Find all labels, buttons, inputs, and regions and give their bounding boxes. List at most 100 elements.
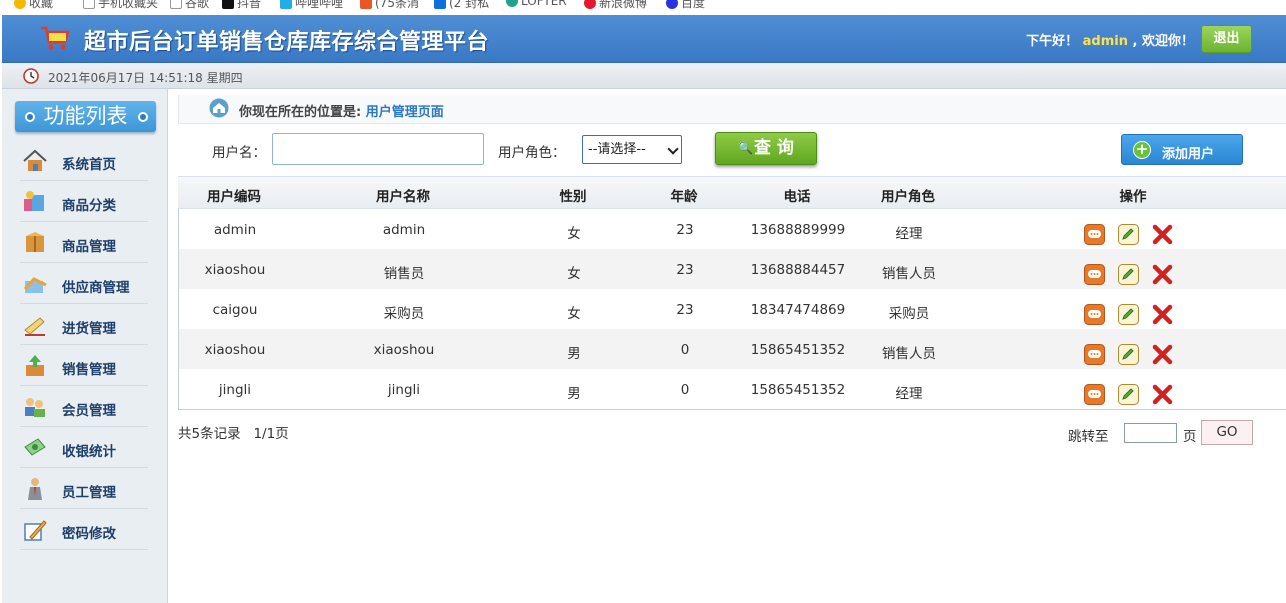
edit-icon[interactable]	[1118, 344, 1139, 365]
column-header: 性别	[559, 189, 587, 205]
edit-icon[interactable]	[1118, 384, 1139, 405]
sidebar-item-staff[interactable]: 员工管理	[20, 468, 148, 509]
folder-icon	[83, 0, 95, 9]
breadcrumb: 你现在所在的位置是: 用户管理页面	[178, 95, 1286, 124]
home-icon	[23, 149, 47, 171]
members-icon	[25, 398, 45, 417]
bookmark-item[interactable]: (2 封私	[434, 0, 489, 11]
bookmark-item[interactable]: 抖音	[222, 0, 261, 11]
table-cell: 0	[680, 342, 690, 358]
cashier-icon	[24, 438, 46, 456]
table-body: admin admin 女 23 13688889999 经理 xiaoshou 销售员女 23…	[178, 209, 1286, 410]
page-number-input[interactable]	[1124, 423, 1177, 443]
weibo-icon	[584, 0, 596, 9]
sidebar-item-products[interactable]: 商品管理	[20, 222, 148, 263]
table-cell: 13688889999	[750, 222, 846, 238]
sidebar-item-home[interactable]: 系统首页	[20, 140, 148, 181]
douyin-icon	[222, 0, 234, 9]
bilibili-icon	[280, 0, 292, 9]
role-select[interactable]: --请选择--	[582, 135, 682, 164]
bookmark-item[interactable]: 百度	[666, 0, 705, 11]
username-search-input[interactable]	[272, 133, 484, 165]
bookmark-item[interactable]: (75条消	[360, 0, 419, 11]
edit-icon[interactable]	[1118, 264, 1139, 285]
delete-icon[interactable]	[1152, 344, 1173, 365]
table-cell: 男	[567, 346, 581, 362]
delete-icon[interactable]	[1152, 224, 1173, 245]
delete-icon[interactable]	[1152, 264, 1173, 285]
column-header: 操作	[1119, 189, 1147, 205]
table-row: admin admin 女 23 13688889999 经理	[179, 209, 1286, 249]
plus-icon: +	[1133, 141, 1151, 159]
edit-icon[interactable]	[1118, 304, 1139, 325]
zhihu-icon	[434, 0, 446, 9]
sales-icon	[26, 355, 44, 376]
bookmark-item[interactable]: 收藏	[14, 0, 53, 11]
sidebar-item-cashier[interactable]: 收银统计	[20, 427, 148, 468]
view-icon[interactable]	[1084, 264, 1105, 285]
view-icon[interactable]	[1084, 304, 1105, 325]
location-current[interactable]: 用户管理页面	[366, 105, 444, 120]
jump-label: 跳转至	[1068, 429, 1109, 445]
c-icon	[360, 0, 372, 9]
record-summary: 共5条记录 1/1页	[178, 426, 289, 442]
sidebar-item-members[interactable]: 会员管理	[20, 386, 148, 427]
sidebar-item-suppliers[interactable]: 供应商管理	[20, 263, 148, 304]
folder-icon	[170, 0, 182, 9]
staff-icon	[28, 478, 42, 500]
table-cell: xiaoshou	[373, 342, 435, 358]
lofter-icon	[506, 0, 518, 7]
bookmark-item[interactable]: 谷歌	[170, 0, 209, 11]
view-icon[interactable]	[1084, 344, 1105, 365]
users-table: 用户编码 用户名称 性别 年龄 电话 用户角色 操作 admin admin 女 23…	[178, 176, 1286, 410]
table-cell: 15865451352	[750, 342, 846, 358]
username: admin	[1082, 34, 1128, 49]
delete-icon[interactable]	[1152, 384, 1173, 405]
table-cell: 0	[680, 382, 690, 398]
add-user-button[interactable]: + 添加用户	[1121, 134, 1243, 165]
date-bar: 2021年06月17日 14:51:18 星期四	[2, 63, 1286, 89]
view-icon[interactable]	[1084, 224, 1105, 245]
column-header: 电话	[783, 189, 811, 205]
table-cell: 销售人员	[882, 346, 936, 362]
table-cell: 经理	[895, 386, 923, 402]
edit-icon[interactable]	[1118, 224, 1139, 245]
sidebar-item-category[interactable]: 商品分类	[20, 181, 148, 222]
query-button[interactable]: 🔍查 询	[715, 132, 817, 165]
password-icon	[24, 520, 47, 541]
table-row: xiaoshou 销售员 女 23 13688884457 销售人员	[179, 249, 1286, 289]
app-header: 超市后台订单销售仓库库存综合管理平台 下午好！ admin , 欢迎你！ 退出	[2, 15, 1286, 63]
purchase-icon	[24, 317, 45, 336]
table-cell: 女	[567, 266, 581, 282]
bookmark-item[interactable]: 新浪微博	[584, 0, 647, 11]
sidebar: 功能列表 系统首页 商品分类 商品管理 供应商管理 进货管理 销售管理 会员管理…	[2, 89, 168, 603]
delete-icon[interactable]	[1152, 304, 1173, 325]
go-button[interactable]: GO	[1201, 420, 1253, 445]
app-title: 超市后台订单销售仓库库存综合管理平台	[84, 30, 490, 55]
page-label: 页	[1183, 429, 1197, 445]
sidebar-item-purchase[interactable]: 进货管理	[20, 304, 148, 345]
table-header: 用户编码 用户名称 性别 年龄 电话 用户角色 操作	[178, 176, 1286, 209]
table-cell: 采购员	[383, 306, 425, 322]
table-cell: jingli	[218, 382, 252, 398]
column-header: 用户编码	[207, 189, 261, 205]
view-icon[interactable]	[1084, 384, 1105, 405]
chevron-down-icon	[667, 143, 679, 155]
bookmark-item[interactable]: 手机收藏夹	[83, 0, 158, 11]
bookmarks-bar: 收藏 手机收藏夹 谷歌 抖音 哔哩哔哩 (75条消 (2 封私 LOFTER 新…	[0, 0, 1286, 15]
search-icon: 🔍	[738, 141, 754, 155]
category-icon	[24, 191, 44, 211]
baidu-icon	[666, 0, 678, 9]
home-icon	[209, 98, 229, 118]
sidebar-item-password[interactable]: 密码修改	[20, 509, 148, 550]
logout-button[interactable]: 退出	[1201, 25, 1252, 53]
table-cell: 销售员	[383, 266, 425, 282]
bookmark-item[interactable]: LOFTER	[506, 0, 567, 8]
table-cell: 男	[567, 386, 581, 402]
menu-title: 功能列表	[15, 101, 156, 132]
bookmark-item[interactable]: 哔哩哔哩	[280, 0, 343, 11]
sidebar-item-sales[interactable]: 销售管理	[20, 345, 148, 386]
supplier-icon	[23, 277, 47, 293]
shopping-cart-icon	[41, 26, 70, 50]
package-icon	[26, 232, 44, 252]
